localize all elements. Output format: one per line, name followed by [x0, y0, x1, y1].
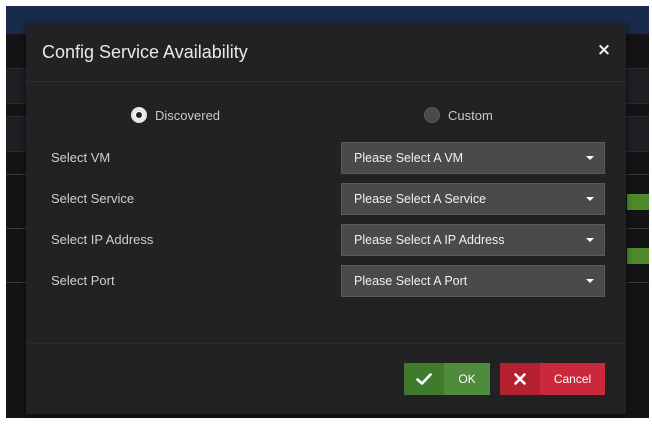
- service-select-value: Please Select A Service: [354, 192, 487, 206]
- ip-address-select[interactable]: Please Select A IP Address: [341, 224, 605, 256]
- select-service-label: Select Service: [51, 191, 135, 206]
- vm-select[interactable]: Please Select A VM: [341, 142, 605, 174]
- close-icon[interactable]: ×: [596, 42, 612, 59]
- config-service-modal: Config Service Availability × Discovered…: [26, 25, 626, 414]
- port-select-value: Please Select A Port: [354, 274, 468, 288]
- radio-custom-label: Custom: [448, 107, 493, 123]
- select-ip-label: Select IP Address: [51, 232, 154, 247]
- radio-unchecked-icon[interactable]: [424, 107, 440, 123]
- vm-select-value: Please Select A VM: [354, 151, 464, 165]
- modal-title: Config Service Availability: [42, 42, 248, 62]
- chevron-down-icon: [586, 238, 594, 242]
- check-icon: [404, 363, 444, 395]
- footer-divider: [26, 343, 626, 344]
- modal-header: Config Service Availability ×: [26, 25, 626, 82]
- chevron-down-icon: [586, 279, 594, 283]
- cancel-button[interactable]: Cancel: [500, 363, 605, 395]
- service-select[interactable]: Please Select A Service: [341, 183, 605, 215]
- radio-checked-icon[interactable]: [131, 107, 147, 123]
- ok-button[interactable]: OK: [404, 363, 490, 395]
- chevron-down-icon: [586, 156, 594, 160]
- app-status-bar: [627, 194, 649, 210]
- cancel-button-label: Cancel: [553, 372, 592, 386]
- select-port-label: Select Port: [51, 273, 115, 288]
- select-vm-label: Select VM: [51, 150, 111, 165]
- port-select[interactable]: Please Select A Port: [341, 265, 605, 297]
- ip-select-value: Please Select A IP Address: [354, 233, 505, 247]
- ok-button-label: OK: [458, 372, 476, 386]
- radio-discovered[interactable]: Discovered: [131, 105, 220, 125]
- radio-custom[interactable]: Custom: [424, 105, 493, 125]
- radio-discovered-label: Discovered: [155, 107, 221, 123]
- chevron-down-icon: [586, 197, 594, 201]
- app-status-bar: [627, 248, 649, 264]
- x-icon: [500, 363, 540, 395]
